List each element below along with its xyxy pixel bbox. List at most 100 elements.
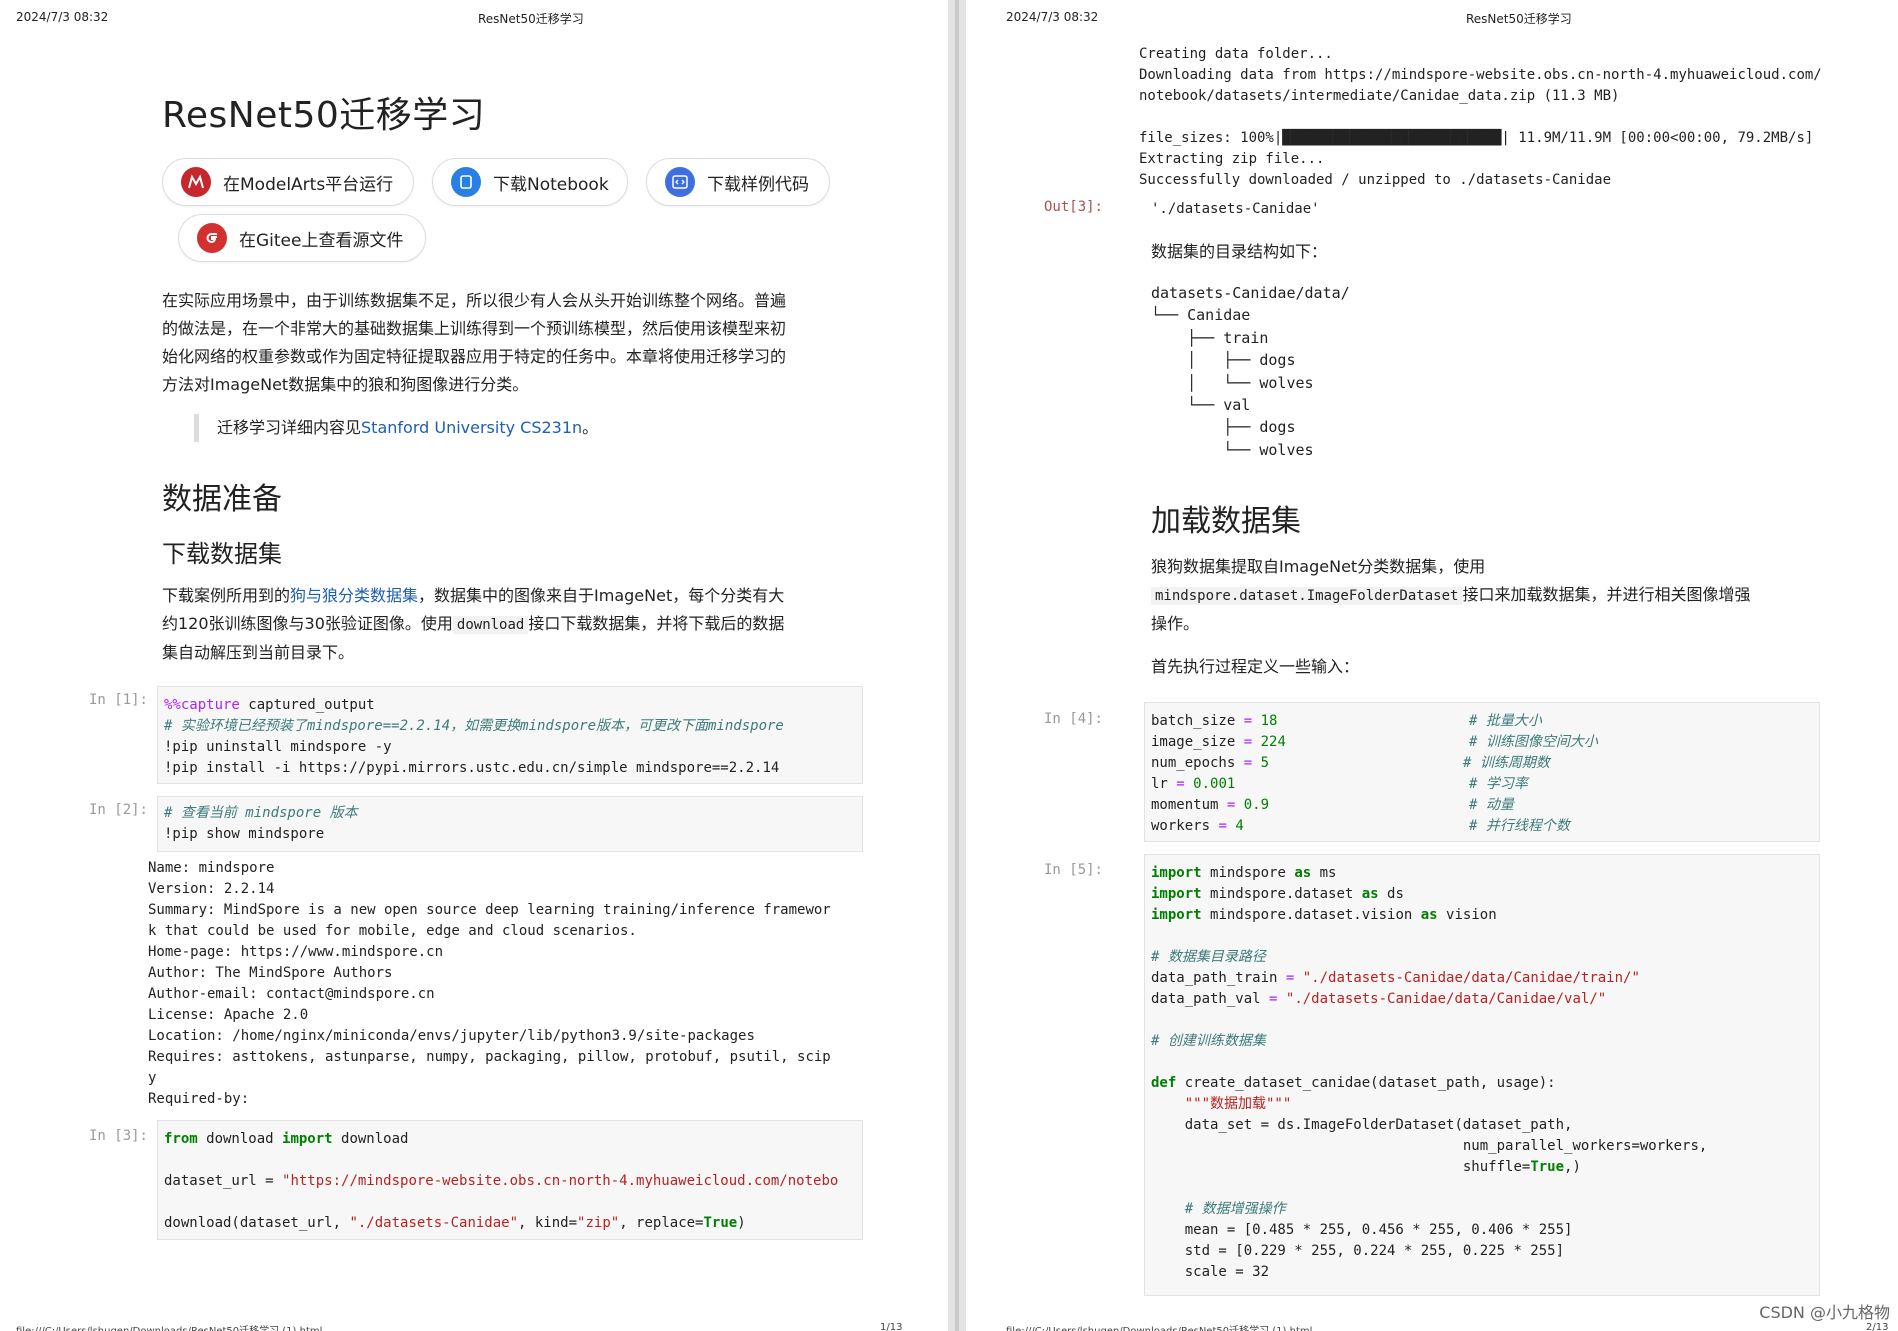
var-name: image_size <box>1151 734 1236 750</box>
var-name: momentum <box>1151 797 1219 813</box>
section-download-dataset: 下载数据集 <box>162 540 282 568</box>
comment: # 训练图像空间大小 <box>1469 734 1598 750</box>
code-text: download(dataset_url, <box>164 1215 350 1231</box>
page-divider <box>948 0 966 1331</box>
out-3-value: './datasets-Canidae' <box>1151 199 1320 220</box>
code-text: shuffle= <box>1462 1159 1531 1175</box>
header-date: 2024/7/3 08:32 <box>1006 10 1099 24</box>
comment: # 实验环境已经预装了mindspore==2.2.14，如需更换mindspo… <box>164 718 784 734</box>
footer-path: file:///C:/Users/lshugen/Downloads/ResNe… <box>16 1322 322 1331</box>
code-line: lr = 0.001 # 学习率 <box>1151 774 1813 795</box>
header-title: ResNet50迁移学习 <box>1466 12 1572 26</box>
comment: # 并行线程个数 <box>1469 818 1570 834</box>
keyword: True <box>703 1215 738 1231</box>
right-page: 2024/7/3 08:32 ResNet50迁移学习 Creating dat… <box>966 0 1898 1331</box>
text: 操作。 <box>1151 614 1200 633</box>
intro-line: 方法对ImageNet数据集中的狼和狗图像进行分类。 <box>162 375 529 394</box>
code-text: data_set = ds.ImageFolderDataset(dataset… <box>1184 1117 1573 1133</box>
output-text: Creating data folder... Downloading data… <box>1139 46 1822 188</box>
code-text: !pip uninstall mindspore -y <box>164 739 392 755</box>
code-line: num_epochs = 5 # 训练周期数 <box>1151 753 1813 774</box>
keyword: import <box>282 1131 333 1147</box>
var-name: lr <box>1151 776 1168 792</box>
cell-prompt: In [1]: <box>88 692 148 708</box>
download-notebook-button[interactable]: 下载Notebook <box>432 158 628 206</box>
code-text: download <box>332 1131 409 1147</box>
inline-code: download <box>452 616 529 634</box>
code-cell-4[interactable]: batch_size = 18 # 批量大小 image_size = 224 # 训… <box>1144 702 1820 842</box>
dataset-link[interactable]: 狗与狼分类数据集 <box>290 586 418 605</box>
code-text: mindspore.dataset <box>1210 886 1354 902</box>
var-value: 224 <box>1260 734 1286 750</box>
header-title: ResNet50迁移学习 <box>478 12 584 26</box>
view-gitee-button[interactable]: 在Gitee上查看源文件 <box>178 214 426 262</box>
string: "zip" <box>577 1215 620 1231</box>
cell-prompt: In [2]: <box>88 802 148 818</box>
tree-text: datasets-Canidae/data/ └── Canidae ├── t… <box>1151 284 1350 459</box>
text: 接口下载数据集，并将下载后的数据 <box>528 614 785 633</box>
code-text: num_parallel_workers=workers, <box>1462 1138 1708 1154</box>
footer-page: 2/13 <box>1866 1322 1889 1331</box>
intro-line: 始化网络的权重参数或作为固定特征提取器应用于特定的任务中。本章将使用迁移学习的 <box>162 347 787 366</box>
var-value: 0.001 <box>1193 776 1236 792</box>
comment: # 训练周期数 <box>1463 755 1550 771</box>
var-value: 4 <box>1235 818 1244 834</box>
code-line: image_size = 224 # 训练图像空间大小 <box>1151 732 1813 753</box>
code-icon <box>665 167 695 197</box>
code-text: data_path_train <box>1151 970 1278 986</box>
left-page: 2024/7/3 08:32 ResNet50迁移学习 ResNet50迁移学习… <box>0 0 948 1331</box>
download-paragraph: 下载案例所用到的狗与狼分类数据集，数据集中的图像来自于ImageNet，每个分类… <box>162 582 862 667</box>
code-text: ds <box>1387 886 1404 902</box>
var-value: 0.9 <box>1243 797 1270 813</box>
comment: # 查看当前 mindspore 版本 <box>164 805 358 821</box>
header-date: 2024/7/3 08:32 <box>16 10 109 24</box>
comment: # 数据集目录路径 <box>1151 949 1266 965</box>
blockquote: 迁移学习详细内容见Stanford University CS231n。 <box>194 414 598 442</box>
section-data-prep: 数据准备 <box>162 482 282 517</box>
comment: # 批量大小 <box>1469 713 1542 729</box>
code-line: momentum = 0.9 # 动量 <box>1151 795 1813 816</box>
out-prompt: Out[3]: <box>1043 199 1103 215</box>
comment: # 动量 <box>1469 797 1514 813</box>
cell-2-output: Name: mindspore Version: 2.2.14 Summary:… <box>148 858 868 1110</box>
cell-4-lines: batch_size = 18 # 批量大小 image_size = 224 # 训… <box>1145 703 1819 841</box>
code-cell-5[interactable]: import mindspore as ms import mindspore.… <box>1144 854 1820 1296</box>
intro-paragraph: 在实际应用场景中，由于训练数据集不足，所以很少有人会从头开始训练整个网络。普遍 … <box>162 287 852 399</box>
code-line: workers = 4 # 并行线程个数 <box>1151 816 1813 837</box>
string: "https://mindspore-website.obs.cn-north-… <box>282 1173 839 1189</box>
download-code-button[interactable]: 下载样例代码 <box>646 158 830 206</box>
inline-code: mindspore.dataset.ImageFolderDataset <box>1151 587 1463 605</box>
code-text: , replace= <box>619 1215 704 1231</box>
comment: # 数据增强操作 <box>1184 1201 1286 1217</box>
notebook-icon <box>451 167 481 197</box>
cs231n-link[interactable]: Stanford University CS231n <box>361 418 582 437</box>
text: ，数据集中的图像来自于ImageNet，每个分类有大 <box>418 586 785 605</box>
run-modelarts-button[interactable]: 在ModelArts平台运行 <box>162 158 414 206</box>
footer-path: file:///C:/Users/lshugen/Downloads/ResNe… <box>1006 1322 1312 1331</box>
code-text: ,) <box>1564 1159 1581 1175</box>
string: "./datasets-Canidae/data/Canidae/val/" <box>1285 991 1607 1007</box>
code-text: captured_output <box>239 697 375 713</box>
string: "./datasets-Canidae/data/Canidae/train/" <box>1302 970 1640 986</box>
text: 约120张训练图像与30张验证图像。使用 <box>162 614 453 633</box>
download-output: Creating data folder... Downloading data… <box>1139 44 1889 191</box>
text: 接口来加载数据集，并进行相关图像增强 <box>1462 585 1751 604</box>
code-text: mean = [0.485 * 255, 0.456 * 255, 0.406 … <box>1184 1222 1573 1238</box>
define-paragraph: 首先执行过程定义一些输入： <box>1151 657 1360 676</box>
quote-text: 迁移学习详细内容见 <box>217 418 362 437</box>
var-name: batch_size <box>1151 713 1236 729</box>
var-value: 5 <box>1260 755 1270 771</box>
code-cell-2[interactable]: # 查看当前 mindspore 版本 !pip show mindspore <box>157 796 863 852</box>
cell-prompt: In [3]: <box>88 1128 148 1144</box>
code-text: mindspore <box>1210 865 1286 881</box>
button-label: 在ModelArts平台运行 <box>223 174 394 195</box>
code-text: ) <box>737 1215 746 1231</box>
code-cell-1[interactable]: %%capture captured_output # 实验环境已经预装了min… <box>157 686 863 784</box>
code-text: !pip show mindspore <box>164 826 325 842</box>
code-text: create_dataset_canidae(dataset_path, usa… <box>1184 1075 1556 1091</box>
var-name: num_epochs <box>1151 755 1236 771</box>
gitee-icon <box>197 223 227 253</box>
cell-prompt: In [5]: <box>1043 862 1103 878</box>
code-cell-3[interactable]: from download import download dataset_ur… <box>157 1120 863 1240</box>
button-label: 下载Notebook <box>493 174 609 195</box>
